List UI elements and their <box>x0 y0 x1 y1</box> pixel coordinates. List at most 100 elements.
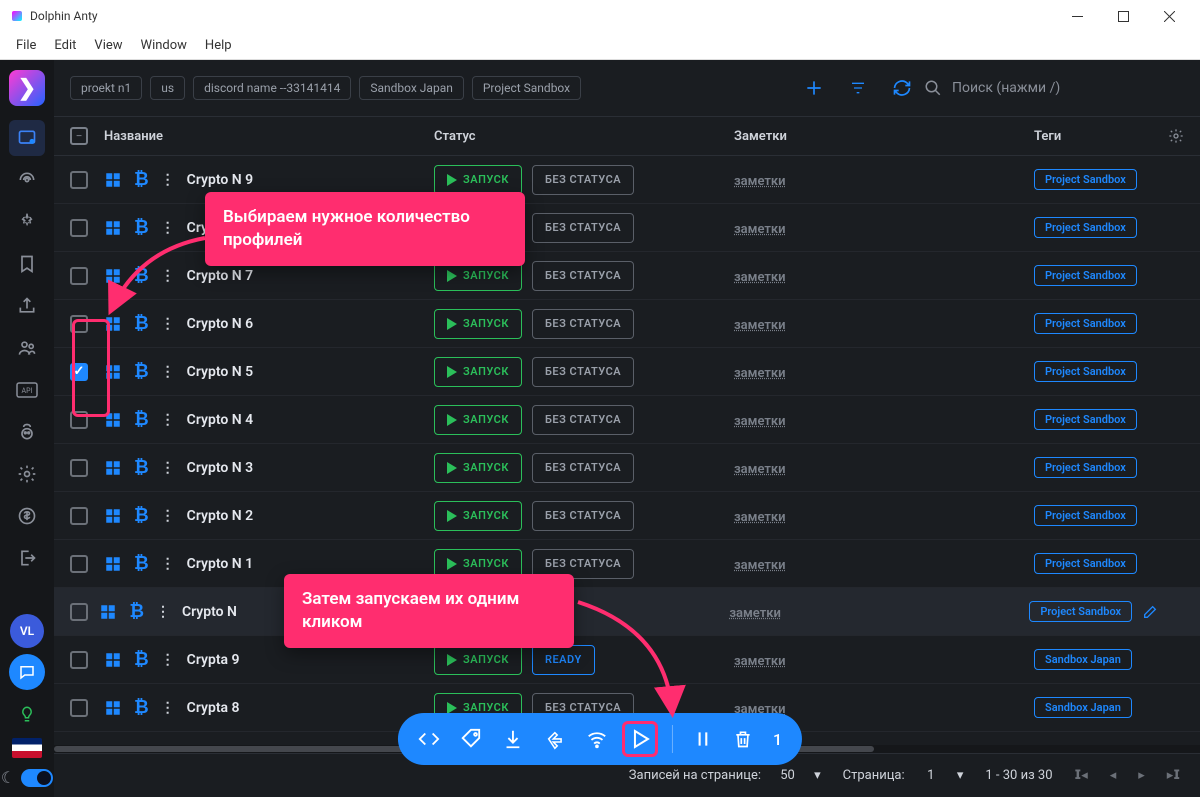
row-checkbox[interactable] <box>70 363 88 381</box>
table-row[interactable]: ₿⋮Crypto N 6ЗАПУСКБЕЗ СТАТУСАзаметкиProj… <box>54 300 1200 348</box>
select-all-checkbox[interactable]: − <box>70 127 88 145</box>
notes-link[interactable]: заметки <box>734 270 786 285</box>
chat-button[interactable] <box>9 654 45 690</box>
row-checkbox[interactable] <box>70 651 88 669</box>
row-checkbox[interactable] <box>70 219 88 237</box>
tag-chip[interactable]: Project Sandbox <box>1034 409 1137 430</box>
row-checkbox[interactable] <box>70 507 88 525</box>
sidebar-item-browsers[interactable] <box>9 120 45 156</box>
tag-chip[interactable]: Project Sandbox <box>1034 217 1137 238</box>
records-per-page-value[interactable]: 50 <box>780 768 795 783</box>
notes-link[interactable]: заметки <box>734 222 786 237</box>
minimize-button[interactable] <box>1054 0 1100 32</box>
run-button[interactable]: ЗАПУСК <box>434 405 522 435</box>
run-button[interactable]: ЗАПУСК <box>434 357 522 387</box>
notes-link[interactable]: заметки <box>734 510 786 525</box>
run-button[interactable]: ЗАПУСК <box>434 165 522 195</box>
tag-chip[interactable]: Project Sandbox <box>1034 169 1137 190</box>
sidebar-item-upload[interactable] <box>9 288 45 324</box>
sidebar-item-api[interactable]: API <box>9 372 45 408</box>
row-checkbox[interactable] <box>70 171 88 189</box>
tag-chip[interactable]: Project Sandbox <box>1034 313 1137 334</box>
status-badge[interactable]: БЕЗ СТАТУСА <box>532 405 634 435</box>
logo[interactable]: ❯ <box>9 70 45 106</box>
status-badge[interactable]: БЕЗ СТАТУСА <box>532 261 634 291</box>
first-page-button[interactable]: 𝗜◂ <box>1075 768 1088 783</box>
filter-button[interactable] <box>848 80 868 96</box>
page-value[interactable]: 1 <box>927 768 934 783</box>
code-icon[interactable] <box>418 728 440 750</box>
notes-link[interactable]: заметки <box>734 318 786 333</box>
chevron-down-icon[interactable]: ▾ <box>957 768 964 783</box>
row-menu-button[interactable]: ⋮ <box>161 700 175 716</box>
sidebar-item-hint[interactable] <box>9 696 45 732</box>
sidebar-item-team[interactable] <box>9 330 45 366</box>
status-badge[interactable]: БЕЗ СТАТУСА <box>532 213 634 243</box>
menu-view[interactable]: View <box>86 34 130 57</box>
status-badge[interactable]: БЕЗ СТАТУСА <box>532 453 634 483</box>
menu-edit[interactable]: Edit <box>46 34 84 57</box>
column-notes[interactable]: Заметки <box>734 129 1034 144</box>
filter-pill[interactable]: proekt n1 <box>70 76 142 100</box>
row-checkbox[interactable] <box>70 603 88 621</box>
tag-chip[interactable]: Project Sandbox <box>1034 457 1137 478</box>
status-badge[interactable]: БЕЗ СТАТУСА <box>532 357 634 387</box>
table-row[interactable]: ₿⋮Crypta 9ЗАПУСКREADYзаметкиSandbox Japa… <box>54 636 1200 684</box>
next-page-button[interactable]: ▸ <box>1138 768 1145 783</box>
sidebar-item-bookmarks[interactable] <box>9 246 45 282</box>
last-page-button[interactable]: ▸𝗜 <box>1167 768 1180 783</box>
filter-pill[interactable]: Sandbox Japan <box>359 76 463 100</box>
download-icon[interactable] <box>502 728 524 750</box>
table-row[interactable]: ₿⋮Crypto N 3ЗАПУСКБЕЗ СТАТУСАзаметкиProj… <box>54 444 1200 492</box>
row-checkbox[interactable] <box>70 555 88 573</box>
column-name[interactable]: Название <box>104 129 434 144</box>
row-checkbox[interactable] <box>70 267 88 285</box>
table-row[interactable]: ₿⋮Crypto N 1ЗАПУСКБЕЗ СТАТУСАзаметкиProj… <box>54 540 1200 588</box>
theme-toggle[interactable] <box>21 769 53 787</box>
maximize-button[interactable] <box>1100 0 1146 32</box>
search-input[interactable]: Поиск (нажми /) <box>924 79 1184 97</box>
status-badge[interactable]: БЕЗ СТАТУСА <box>532 309 634 339</box>
close-button[interactable] <box>1146 0 1192 32</box>
row-menu-button[interactable]: ⋮ <box>156 604 170 620</box>
row-checkbox[interactable] <box>70 699 88 717</box>
sidebar-item-automation[interactable] <box>9 414 45 450</box>
prev-page-button[interactable]: ◂ <box>1110 768 1117 783</box>
table-row[interactable]: ₿⋮Crypto N 2ЗАПУСКБЕЗ СТАТУСАзаметкиProj… <box>54 492 1200 540</box>
notes-link[interactable]: заметки <box>734 174 786 189</box>
add-button[interactable] <box>804 78 824 98</box>
tag-chip[interactable]: Sandbox Japan <box>1034 649 1132 670</box>
table-row[interactable]: ₿⋮Crypto NзаметкиProject Sandbox <box>54 588 1200 636</box>
tag-chip[interactable]: Project Sandbox <box>1029 601 1132 622</box>
notes-link[interactable]: заметки <box>729 606 781 621</box>
avatar[interactable]: VL <box>10 614 44 648</box>
share-icon[interactable] <box>544 728 566 750</box>
table-row[interactable]: ₿⋮Crypto N 4ЗАПУСКБЕЗ СТАТУСАзаметкиProj… <box>54 396 1200 444</box>
tag-icon[interactable] <box>460 728 482 750</box>
menu-window[interactable]: Window <box>133 34 195 57</box>
row-menu-button[interactable]: ⋮ <box>161 412 175 428</box>
filter-pill[interactable]: discord name --33141414 <box>193 76 351 100</box>
row-menu-button[interactable]: ⋮ <box>161 316 175 332</box>
menu-file[interactable]: File <box>8 34 44 57</box>
edit-icon[interactable] <box>1142 604 1158 620</box>
row-checkbox[interactable] <box>70 411 88 429</box>
row-menu-button[interactable]: ⋮ <box>161 508 175 524</box>
status-badge[interactable]: READY <box>532 645 595 675</box>
notes-link[interactable]: заметки <box>734 462 786 477</box>
language-flag[interactable] <box>12 738 42 758</box>
sidebar-item-logout[interactable] <box>9 540 45 576</box>
row-menu-button[interactable]: ⋮ <box>161 652 175 668</box>
chevron-down-icon[interactable]: ▾ <box>814 768 821 783</box>
columns-settings[interactable] <box>1154 128 1184 144</box>
run-button[interactable]: ЗАПУСК <box>434 501 522 531</box>
menu-help[interactable]: Help <box>197 34 240 57</box>
row-checkbox[interactable] <box>70 315 88 333</box>
tag-chip[interactable]: Project Sandbox <box>1034 505 1137 526</box>
run-button[interactable]: ЗАПУСК <box>434 309 522 339</box>
tag-chip[interactable]: Project Sandbox <box>1034 553 1137 574</box>
filter-pill[interactable]: us <box>150 76 185 100</box>
status-badge[interactable]: БЕЗ СТАТУСА <box>532 165 634 195</box>
sidebar-item-extensions[interactable] <box>9 204 45 240</box>
row-menu-button[interactable]: ⋮ <box>161 220 175 236</box>
